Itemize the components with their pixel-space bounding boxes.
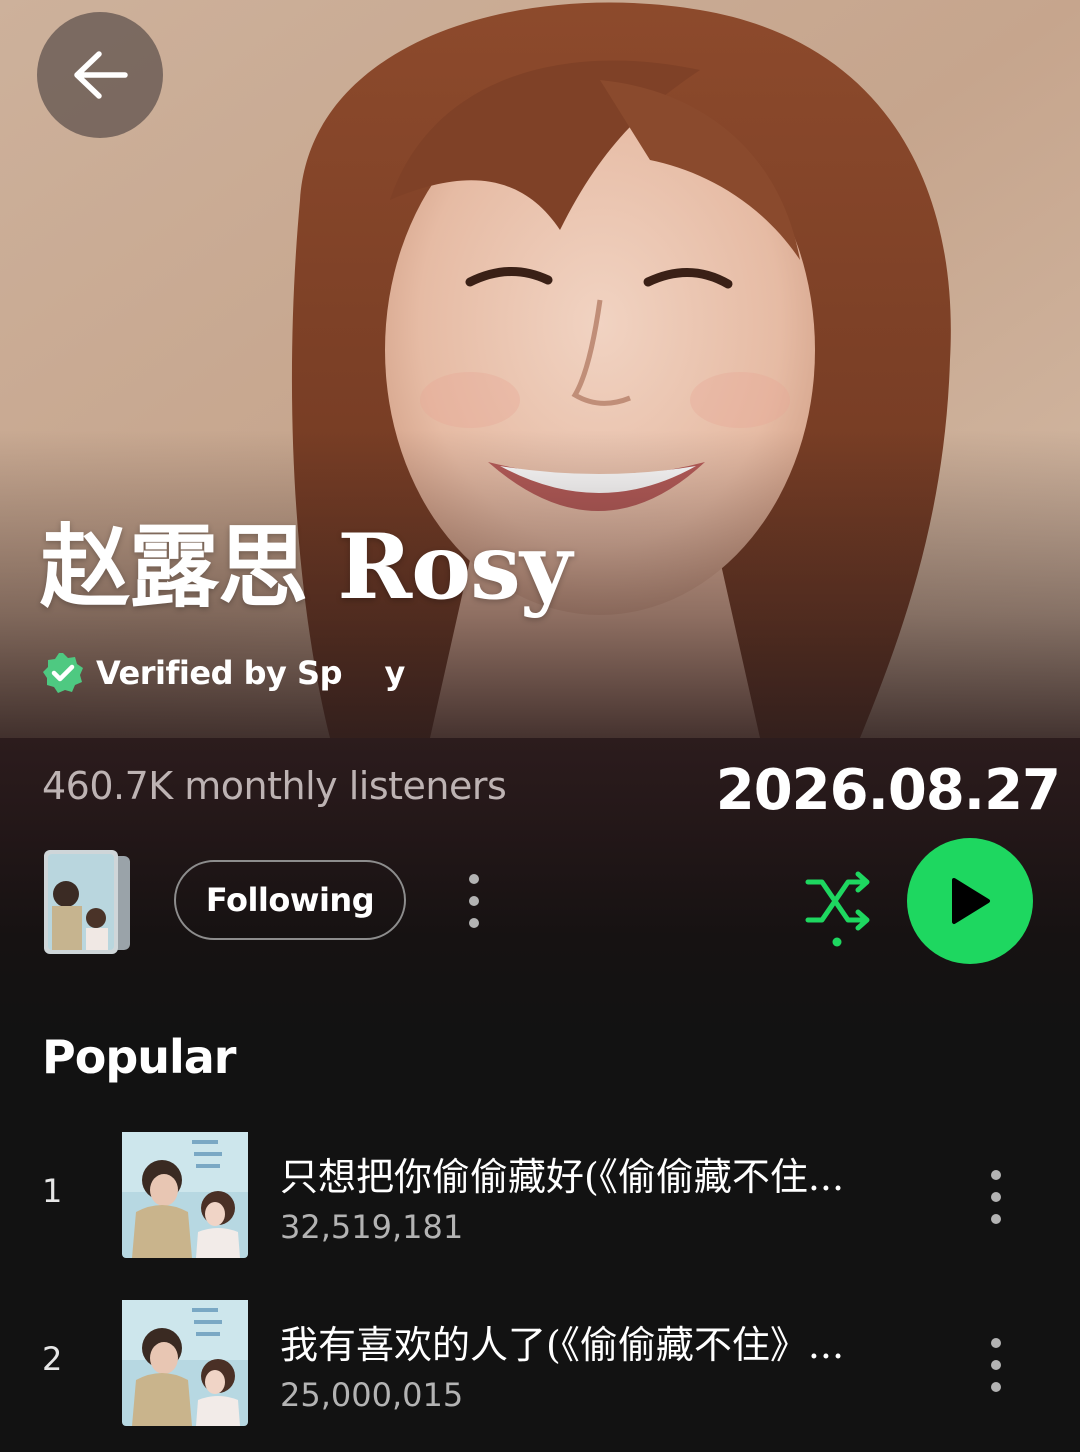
track-title: 我有喜欢的人了(《偷偷藏不住》... <box>280 1323 845 1367</box>
play-button[interactable] <box>907 838 1033 964</box>
track-row[interactable]: 1 只想把你偷偷藏好(《偷偷藏不住... 32,519,181 <box>0 1132 1080 1262</box>
shuffle-icon[interactable] <box>800 868 876 950</box>
track-play-count: 32,519,181 <box>280 1208 464 1246</box>
date-overlay: 2026.08.27 <box>715 758 1061 823</box>
more-options-icon[interactable] <box>454 870 494 932</box>
verified-label: Verified by Sp y <box>96 654 405 692</box>
following-button[interactable]: Following <box>174 860 406 940</box>
verified-badge: Verified by Sp y <box>42 650 405 696</box>
play-icon <box>952 878 990 924</box>
track-play-count: 25,000,015 <box>280 1376 464 1414</box>
track-more-options-icon[interactable] <box>976 1334 1016 1396</box>
track-more-options-icon[interactable] <box>976 1166 1016 1228</box>
back-button[interactable] <box>37 12 163 138</box>
popular-section-title: Popular <box>42 1030 236 1084</box>
track-cover-art <box>122 1300 248 1426</box>
verified-check-icon <box>43 653 83 693</box>
track-cover-art <box>122 1132 248 1258</box>
artist-hero: 赵露思 Rosy Verified by Sp y <box>0 0 1080 738</box>
artist-name: 赵露思 Rosy <box>40 514 572 620</box>
artist-photo <box>0 0 1080 738</box>
track-row[interactable]: 2 我有喜欢的人了(《偷偷藏不住》... 25,000,015 <box>0 1300 1080 1430</box>
arrow-left-icon <box>74 51 128 99</box>
track-rank: 1 <box>42 1172 63 1210</box>
track-title: 只想把你偷偷藏好(《偷偷藏不住... <box>280 1155 845 1199</box>
artist-release-thumbnail[interactable] <box>42 848 132 954</box>
monthly-listeners: 460.7K monthly listeners <box>42 764 507 808</box>
track-rank: 2 <box>42 1340 63 1378</box>
